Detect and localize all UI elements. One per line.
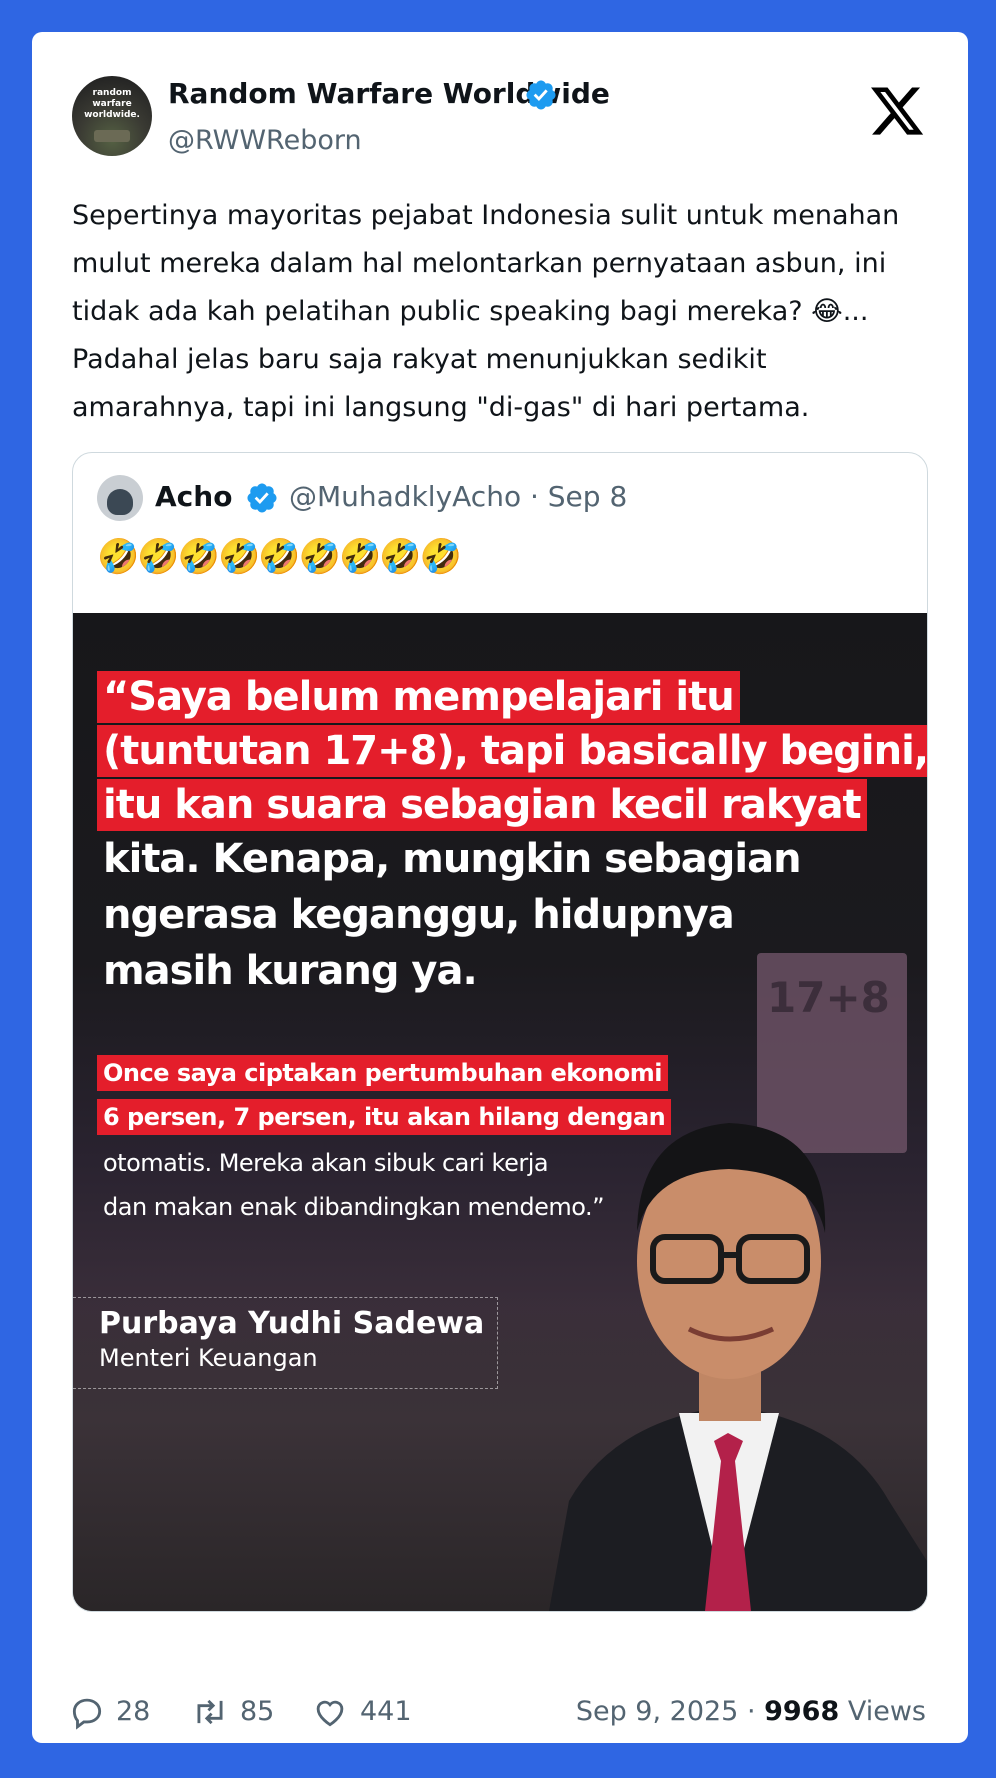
quote-headline-white: ngerasa keganggu, hidupnya bbox=[103, 892, 735, 938]
quote-author-name[interactable]: Acho bbox=[155, 479, 232, 515]
quoted-tweet[interactable]: Acho @MuhadklyAcho · Sep 8 🤣🤣🤣🤣🤣🤣🤣🤣🤣 17+… bbox=[72, 452, 928, 1612]
retweet-button[interactable]: 85 bbox=[190, 1692, 274, 1732]
author-avatar[interactable]: random warfare worldwide. bbox=[72, 76, 152, 156]
quote-headline-white: masih kurang ya. bbox=[103, 948, 478, 994]
heart-icon bbox=[316, 1700, 344, 1727]
quote-handle-date[interactable]: @MuhadklyAcho · Sep 8 bbox=[289, 479, 627, 515]
quote-headline-red: “Saya belum mempelajari itu bbox=[97, 671, 740, 723]
tweet-text: Sepertinya mayoritas pejabat Indonesia s… bbox=[72, 192, 932, 432]
avatar-logo-text: random warfare worldwide. bbox=[84, 88, 140, 120]
x-logo-icon[interactable] bbox=[868, 82, 926, 140]
reply-button[interactable]: 28 bbox=[68, 1692, 150, 1732]
tweet-line: Sepertinya mayoritas pejabat Indonesia s… bbox=[72, 200, 900, 231]
retweet-icon bbox=[197, 1699, 223, 1725]
views-label: Views bbox=[839, 1696, 926, 1727]
tweet-line: mulut mereka dalam hal melontarkan perny… bbox=[72, 248, 887, 279]
timestamp-views: Sep 9, 2025 · 9968 Views bbox=[576, 1692, 926, 1732]
speaker-role: Menteri Keuangan bbox=[99, 1344, 318, 1372]
like-count: 441 bbox=[360, 1696, 412, 1727]
quote-headline-white: kita. Kenapa, mungkin sebagian bbox=[103, 836, 802, 882]
like-button[interactable]: 441 bbox=[310, 1692, 412, 1732]
quote-text: 🤣🤣🤣🤣🤣🤣🤣🤣🤣 bbox=[97, 537, 462, 577]
verified-badge-icon bbox=[526, 80, 556, 110]
post-date[interactable]: Sep 9, 2025 · bbox=[576, 1696, 764, 1727]
tweet-line: amarahnya, tapi ini langsung "di-gas" di… bbox=[72, 392, 810, 423]
quote-image[interactable]: 17+8 “Saya belum mempelajari itu (tuntut… bbox=[73, 613, 927, 1611]
quote-avatar[interactable] bbox=[97, 475, 143, 521]
quote-headline-red: itu kan suara sebagian kecil rakyat bbox=[97, 779, 867, 831]
reply-icon bbox=[72, 1698, 102, 1730]
avatar-tank-graphic bbox=[94, 130, 130, 142]
speaker-nameplate: Purbaya Yudhi Sadewa Menteri Keuangan bbox=[73, 1297, 498, 1389]
quote-headline-red: (tuntutan 17+8), tapi basically begini, bbox=[97, 725, 927, 777]
quote-subtext-white: otomatis. Mereka akan sibuk cari kerja bbox=[103, 1149, 549, 1177]
reply-count: 28 bbox=[116, 1696, 151, 1727]
tweet-line: tidak ada kah pelatihan public speaking … bbox=[72, 296, 869, 327]
tweet-card: random warfare worldwide. Random Warfare… bbox=[32, 32, 968, 1743]
views-count: 9968 bbox=[764, 1696, 840, 1727]
poster-text: 17+8 bbox=[767, 973, 890, 1022]
speaker-portrait bbox=[549, 1123, 927, 1611]
retweet-count: 85 bbox=[240, 1696, 275, 1727]
author-handle[interactable]: @RWWReborn bbox=[168, 124, 362, 158]
tweet-line: Padahal jelas baru saja rakyat menunjukk… bbox=[72, 344, 767, 375]
speaker-name: Purbaya Yudhi Sadewa bbox=[99, 1306, 485, 1341]
quote-verified-badge-icon bbox=[247, 483, 277, 513]
